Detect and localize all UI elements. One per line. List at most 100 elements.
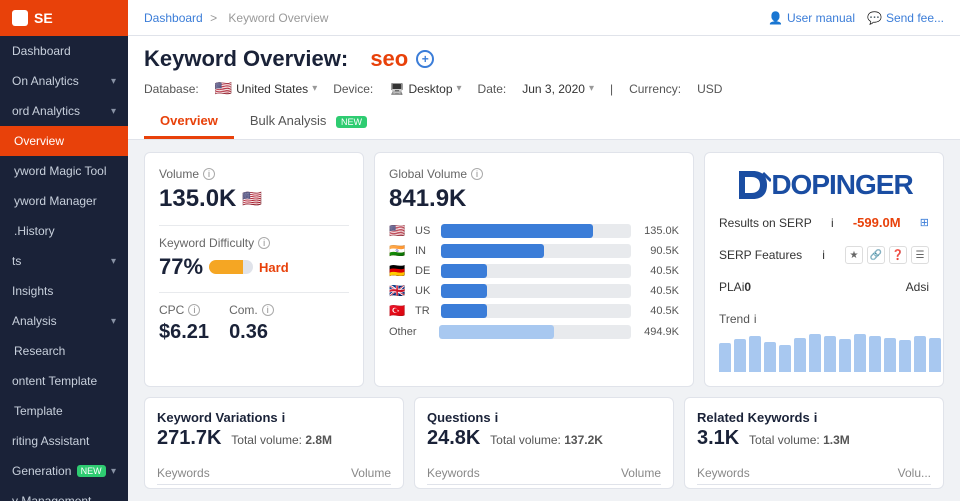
q-col-keywords: Keywords bbox=[427, 462, 567, 485]
info-icon[interactable]: i bbox=[203, 168, 215, 180]
bar-row-other: Other 494.9K bbox=[389, 325, 679, 339]
info-icon[interactable]: i bbox=[258, 237, 270, 249]
us-flag-icon: 🇺🇸 bbox=[242, 189, 262, 209]
sidebar-item-keyword-magic[interactable]: yword Magic Tool bbox=[0, 156, 128, 186]
info-icon[interactable]: i bbox=[814, 410, 818, 425]
serp-features-row: SERP Features i ★ 🔗 ❓ ☰ bbox=[719, 246, 929, 264]
rk-col-volume: Volu... bbox=[840, 462, 931, 485]
bar-bg-de bbox=[441, 264, 631, 278]
bar-val-de: 40.5K bbox=[637, 265, 679, 277]
related-keywords-card: Related Keywords i 3.1K Total volume: 1.… bbox=[684, 397, 944, 489]
trend-bar-item bbox=[764, 342, 776, 372]
user-manual-link[interactable]: 👤 User manual bbox=[768, 11, 855, 25]
sidebar-item-label: Overview bbox=[14, 134, 64, 148]
info-icon[interactable]: i bbox=[831, 216, 834, 230]
trend-bar-item bbox=[809, 334, 821, 372]
serp-expand-icon[interactable]: ⊞ bbox=[920, 216, 929, 229]
topbar: Dashboard > Keyword Overview 👤 User manu… bbox=[128, 0, 960, 36]
question-icon[interactable]: ❓ bbox=[889, 246, 907, 264]
sidebar-logo: SE bbox=[0, 0, 128, 36]
database-filter[interactable]: 🇺🇸 United States ▾ bbox=[215, 80, 318, 97]
sidebar-item-ts[interactable]: ts ▾ bbox=[0, 246, 128, 276]
sidebar-item-management[interactable]: y Management bbox=[0, 486, 128, 501]
star-icon[interactable]: ★ bbox=[845, 246, 863, 264]
keyword-variations-card: Keyword Variations i 271.7K Total volume… bbox=[144, 397, 404, 489]
chevron-down-icon: ▾ bbox=[312, 83, 317, 94]
currency-value: USD bbox=[697, 82, 722, 96]
date-filter[interactable]: Jun 3, 2020 ▾ bbox=[522, 82, 594, 96]
trend-bar-item bbox=[929, 338, 941, 372]
trend-label: Trend i bbox=[719, 312, 929, 326]
sidebar-item-label: Generation bbox=[12, 464, 71, 478]
sidebar-item-writing-assistant[interactable]: riting Assistant bbox=[0, 426, 128, 456]
sidebar-item-overview[interactable]: Overview bbox=[0, 126, 128, 156]
sidebar-item-content-template[interactable]: ontent Template bbox=[0, 366, 128, 396]
info-icon[interactable]: i bbox=[926, 280, 929, 294]
link-icon[interactable]: 🔗 bbox=[867, 246, 885, 264]
kv-col-keywords: Keywords bbox=[157, 462, 290, 485]
trend-bar-item bbox=[824, 336, 836, 372]
kv-keyword-cell: seo bbox=[157, 485, 290, 490]
serp-feature-icons: ★ 🔗 ❓ ☰ bbox=[845, 246, 929, 264]
new-badge: NEW bbox=[77, 465, 106, 477]
pla-ads-row: PLA i 0 Ads i bbox=[719, 280, 929, 294]
sidebar-item-keyword-manager[interactable]: yword Manager bbox=[0, 186, 128, 216]
bar-row-uk: 🇬🇧 UK 40.5K bbox=[389, 283, 679, 299]
device-label: Device: bbox=[333, 82, 373, 96]
list-icon[interactable]: ☰ bbox=[911, 246, 929, 264]
rk-title: Related Keywords i bbox=[697, 410, 931, 425]
add-keyword-button[interactable]: + bbox=[416, 50, 434, 68]
sidebar-item-template[interactable]: Template bbox=[0, 396, 128, 426]
global-volume-value: 841.9K bbox=[389, 185, 679, 213]
rk-volume-cell: 260 bbox=[840, 485, 931, 490]
trend-bar-item bbox=[884, 338, 896, 372]
top-cards-row: Volume i 135.0K 🇺🇸 Keyword Difficulty i … bbox=[144, 152, 944, 387]
q-meta: 24.8K Total volume: 137.2K bbox=[427, 427, 661, 450]
send-feedback-link[interactable]: 💬 Send fee... bbox=[867, 11, 944, 25]
sidebar-item-analysis[interactable]: Analysis ▾ bbox=[0, 306, 128, 336]
other-label: Other bbox=[389, 326, 433, 338]
de-flag-icon: 🇩🇪 bbox=[389, 263, 409, 279]
sidebar-item-insights[interactable]: Insights bbox=[0, 276, 128, 306]
date-value: Jun 3, 2020 bbox=[522, 82, 585, 96]
keyword-difficulty-value: 77% Hard bbox=[159, 254, 349, 280]
serp-features-label: SERP Features bbox=[719, 248, 802, 262]
info-icon[interactable]: i bbox=[188, 304, 200, 316]
info-icon[interactable]: i bbox=[495, 410, 499, 425]
info-icon[interactable]: i bbox=[754, 312, 757, 326]
serp-card: DOPINGER Results on SERP i -599.0M ⊞ SER… bbox=[704, 152, 944, 387]
sidebar-item-dashboard[interactable]: Dashboard bbox=[0, 36, 128, 66]
info-icon[interactable]: i bbox=[282, 410, 286, 425]
volume-value: 135.0K 🇺🇸 bbox=[159, 185, 349, 213]
info-icon[interactable]: i bbox=[262, 304, 274, 316]
device-filter[interactable]: 🖥 Desktop ▾ bbox=[389, 82, 461, 96]
info-icon[interactable]: i bbox=[471, 168, 483, 180]
chevron-icon: ▾ bbox=[111, 106, 116, 117]
sidebar-item-label: ontent Template bbox=[12, 374, 97, 388]
serp-results-row: Results on SERP i -599.0M ⊞ bbox=[719, 215, 929, 230]
chevron-down-icon: ▾ bbox=[589, 83, 594, 94]
trend-chart bbox=[719, 332, 929, 372]
sidebar-item-keyword-analytics[interactable]: ord Analytics ▾ bbox=[0, 96, 128, 126]
trend-bar-item bbox=[854, 334, 866, 372]
bottom-row: Keyword Variations i 271.7K Total volume… bbox=[144, 397, 944, 489]
sidebar-item-generation[interactable]: Generation NEW ▾ bbox=[0, 456, 128, 486]
info-icon[interactable]: i bbox=[822, 248, 825, 262]
sidebar-item-history[interactable]: .History bbox=[0, 216, 128, 246]
database-flag-icon: 🇺🇸 bbox=[215, 80, 232, 97]
sidebar-item-label: riting Assistant bbox=[12, 434, 89, 448]
volume-card: Volume i 135.0K 🇺🇸 Keyword Difficulty i … bbox=[144, 152, 364, 387]
sidebar-item-on-analytics[interactable]: On Analytics ▾ bbox=[0, 66, 128, 96]
bar-bg-us bbox=[441, 224, 631, 238]
currency-label-text: Currency: bbox=[629, 82, 681, 96]
tab-overview[interactable]: Overview bbox=[144, 105, 234, 139]
com-item: Com. i 0.36 bbox=[229, 303, 274, 344]
sidebar-item-research[interactable]: Research bbox=[0, 336, 128, 366]
user-icon: 👤 bbox=[768, 11, 783, 25]
bar-code-us: US bbox=[415, 225, 435, 237]
page-header: Keyword Overview: seo + Database: 🇺🇸 Uni… bbox=[128, 36, 960, 140]
breadcrumb-home[interactable]: Dashboard bbox=[144, 11, 203, 25]
q-count: 24.8K bbox=[427, 427, 480, 449]
tab-bulk-analysis[interactable]: Bulk Analysis NEW bbox=[234, 105, 383, 139]
kv-volume-cell: 135.0K bbox=[290, 485, 391, 490]
